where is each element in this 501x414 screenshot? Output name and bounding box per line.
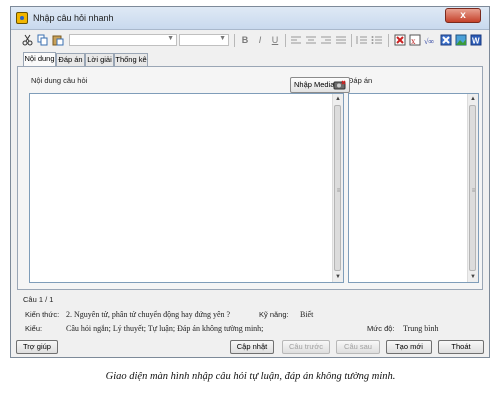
- tab-content[interactable]: Nội dung: [23, 52, 56, 67]
- scroll-thumb[interactable]: ≡: [334, 105, 341, 271]
- figure-caption: Giao diện màn hình nhập câu hỏi tự luận,…: [105, 371, 396, 382]
- import-media-button[interactable]: Nhập Media: [290, 77, 350, 93]
- app-icon: [16, 12, 28, 24]
- level-value: Trung bình: [403, 324, 439, 333]
- camera-icon: [333, 79, 347, 91]
- window-title: Nhập câu hỏi nhanh: [33, 13, 114, 23]
- cut-icon[interactable]: [22, 34, 34, 46]
- insert-table-icon[interactable]: [394, 34, 406, 46]
- next-button[interactable]: Câu sau: [336, 340, 380, 354]
- close-button[interactable]: x: [445, 8, 481, 23]
- level-label: Mức độ:: [367, 324, 395, 333]
- title-bar: Nhập câu hỏi nhanh x: [11, 7, 489, 30]
- scroll-down-icon[interactable]: ▼: [468, 272, 478, 282]
- answer-scrollbar[interactable]: ▲ ≡ ▼: [467, 94, 478, 282]
- justify-icon[interactable]: [335, 34, 347, 46]
- svg-text:√∞: √∞: [424, 37, 434, 46]
- knowledge-label: Kiến thức:: [25, 310, 60, 319]
- scroll-up-icon[interactable]: ▲: [333, 94, 343, 104]
- question-scrollbar[interactable]: ▲ ≡ ▼: [332, 94, 343, 282]
- answer-label: Đáp án: [348, 76, 373, 85]
- scroll-thumb[interactable]: ≡: [469, 105, 476, 271]
- help-button[interactable]: Trợ giúp: [16, 340, 58, 354]
- align-left-icon[interactable]: [290, 34, 302, 46]
- type-label: Kiểu:: [25, 324, 43, 333]
- skill-value: Biết: [300, 310, 314, 319]
- new-button[interactable]: Tạo mới: [386, 340, 432, 354]
- toolbar-separator: [351, 34, 352, 47]
- svg-text:W: W: [472, 37, 480, 46]
- align-right-icon[interactable]: [320, 34, 332, 46]
- insert-formula-icon[interactable]: √∞: [424, 34, 438, 46]
- insert-symbol-icon[interactable]: x: [409, 34, 421, 46]
- size-combo[interactable]: ▼: [179, 34, 229, 46]
- numbered-list-icon[interactable]: [356, 34, 368, 46]
- insert-image-icon[interactable]: [455, 34, 467, 46]
- align-center-icon[interactable]: [305, 34, 317, 46]
- tab-answer[interactable]: Đáp án: [56, 53, 85, 66]
- previous-button[interactable]: Câu trước: [282, 340, 330, 354]
- question-counter: Câu 1 / 1: [23, 295, 54, 304]
- tab-statistics[interactable]: Thống kê: [114, 53, 148, 66]
- question-editor[interactable]: ▲ ≡ ▼: [29, 93, 344, 283]
- import-media-label: Nhập Media: [294, 80, 335, 89]
- scroll-down-icon[interactable]: ▼: [333, 272, 343, 282]
- update-button[interactable]: Cập nhật: [230, 340, 274, 354]
- copy-icon[interactable]: [37, 34, 49, 46]
- exit-button[interactable]: Thoát: [438, 340, 484, 354]
- question-label: Nội dung câu hỏi: [31, 76, 88, 85]
- word-import-icon[interactable]: W: [470, 34, 482, 46]
- answer-editor[interactable]: ▲ ≡ ▼: [348, 93, 479, 283]
- toolbar-separator: [388, 34, 389, 47]
- remove-format-icon[interactable]: [440, 34, 452, 46]
- svg-text:x: x: [411, 36, 416, 46]
- bullet-list-icon[interactable]: [371, 34, 383, 46]
- skill-label: Kỹ năng:: [259, 310, 289, 319]
- toolbar-separator: [285, 34, 286, 47]
- type-value: Câu hỏi ngắn; Lý thuyết; Tự luận; Đáp án…: [66, 324, 264, 333]
- tab-solution[interactable]: Lời giải: [85, 53, 114, 66]
- scroll-up-icon[interactable]: ▲: [468, 94, 478, 104]
- underline-icon[interactable]: U: [269, 34, 281, 46]
- bold-icon[interactable]: B: [239, 34, 251, 46]
- italic-icon[interactable]: I: [254, 34, 266, 46]
- chevron-down-icon: ▼: [167, 35, 174, 42]
- formatting-toolbar: ▼ ▼ B I U x √∞ W: [14, 32, 486, 49]
- toolbar-separator: [234, 34, 235, 47]
- font-combo[interactable]: ▼: [69, 34, 177, 46]
- paste-icon[interactable]: [52, 34, 64, 46]
- chevron-down-icon: ▼: [219, 35, 226, 42]
- quick-question-window: Nhập câu hỏi nhanh x ▼ ▼ B I U x √∞ W Nộ…: [10, 6, 490, 358]
- knowledge-value: 2. Nguyên tử, phân tử chuyển động hay đứ…: [66, 310, 231, 319]
